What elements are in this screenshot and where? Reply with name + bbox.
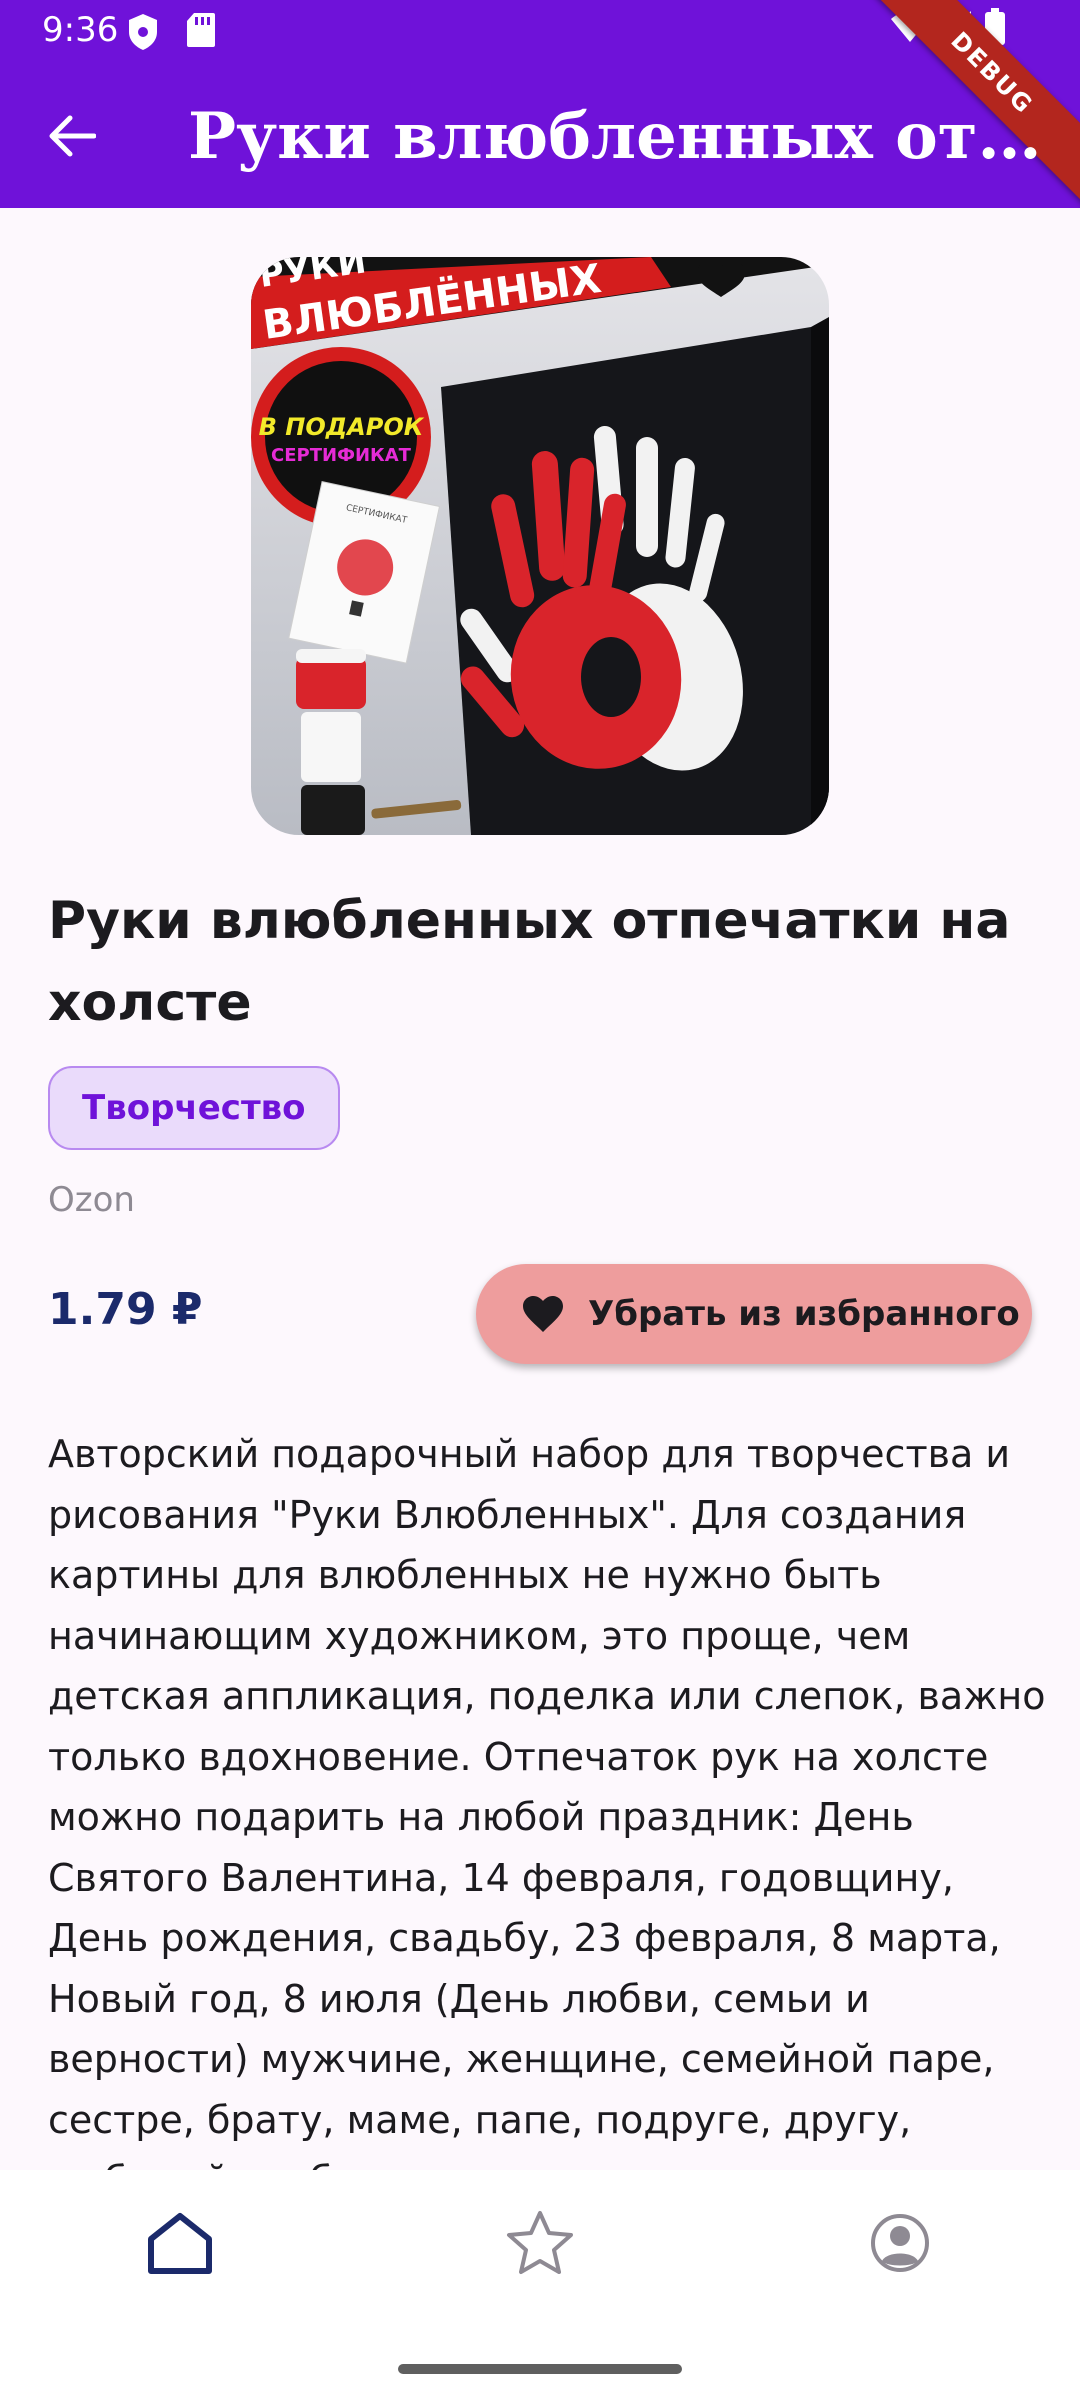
product-description: Авторский подарочный набор для творчеств… (48, 1432, 1046, 2202)
category-chip[interactable]: Творчество (48, 1066, 340, 1150)
image-badge-line2: СЕРТИФИКАТ (271, 445, 412, 466)
heart-icon (522, 1295, 564, 1333)
arrow-back-icon (48, 114, 97, 162)
product-price: 1.79 ₽ (48, 1284, 203, 1335)
product-image: РУКИ ВЛЮБЛЁННЫХ В ПОДАРОК СЕРТИФИКАТ СЕР… (251, 257, 829, 835)
home-indicator[interactable] (398, 2364, 682, 2374)
product-title: Руки влюбленных отпечатки на холсте (48, 891, 1011, 1033)
image-badge-line1: В ПОДАРОК (259, 413, 425, 441)
nav-profile[interactable] (830, 2170, 970, 2320)
sd-card-icon (186, 12, 216, 52)
store-name: Ozon (48, 1180, 135, 1220)
status-time: 9:36 (42, 10, 119, 50)
star-icon (505, 2209, 575, 2281)
nav-favorites[interactable] (470, 2170, 610, 2320)
favorite-button-label: Убрать из избранного (588, 1294, 1020, 1334)
app-bar-title: Руки влюбленных отпечатки на холсте (188, 99, 1058, 174)
account-icon (870, 2213, 930, 2277)
home-icon (145, 2211, 215, 2279)
back-button[interactable] (34, 100, 110, 176)
nav-home[interactable] (110, 2170, 250, 2320)
top-app-bar: 9:36 DEBUG Руки влюбленных отпечатки на … (0, 0, 1080, 208)
remove-from-favorites-button[interactable]: Убрать из избранного (476, 1264, 1032, 1364)
shield-icon (126, 12, 160, 56)
